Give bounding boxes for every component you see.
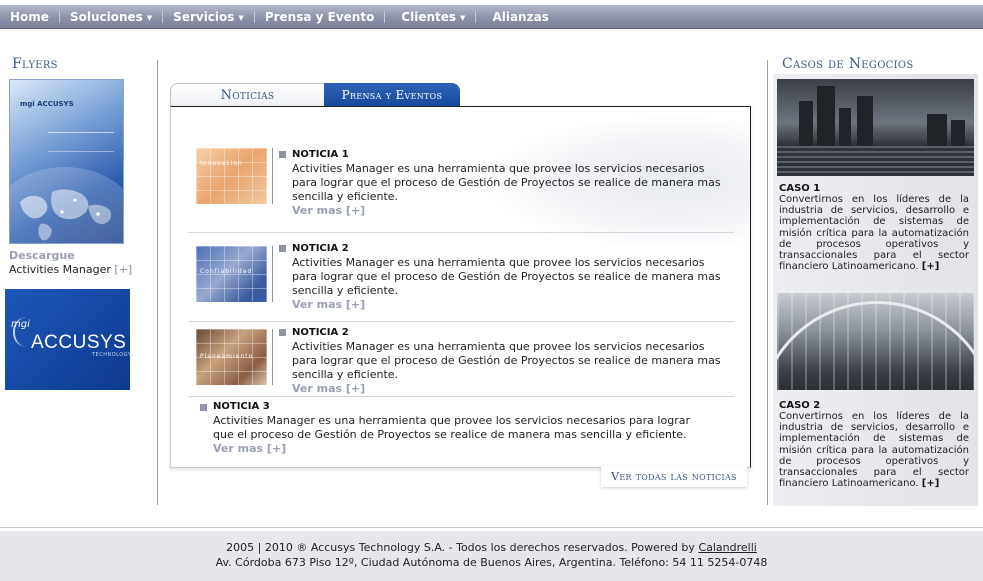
flyer-logo: mgi ACCUSYS — [20, 100, 74, 108]
footer-copyright: 2005 | 2010 ® Accusys Technology S.A. - … — [226, 541, 695, 554]
news-title: NOTICIA 2 — [292, 327, 349, 338]
ver-todas-noticias-link[interactable]: Ver todas las noticias — [601, 466, 747, 487]
water-shape — [777, 146, 974, 176]
thumb-label: Innovacion — [200, 160, 243, 167]
case-2-more-link[interactable]: [+] — [922, 478, 940, 489]
building-shape — [799, 101, 813, 146]
flyer-thumbnail[interactable]: mgi ACCUSYS — [9, 79, 124, 244]
news-separator — [188, 396, 734, 397]
world-map-icon — [10, 167, 123, 243]
news-title: NOTICIA 1 — [292, 149, 349, 160]
bullet-icon — [279, 329, 286, 336]
building-shape — [857, 96, 873, 146]
news-divider — [272, 148, 273, 204]
flyers-title: Flyers — [12, 56, 58, 72]
thumb-label: Confiabilidad — [200, 268, 253, 275]
case-2-text: Convertirnos en los líderes de la indust… — [779, 411, 969, 489]
logo-tagline: TECHNOLOGY — [92, 352, 132, 358]
news-thumbnail[interactable]: Confiabilidad — [196, 246, 267, 302]
bullet-icon — [279, 151, 286, 158]
logo-mgi: mgi — [11, 319, 30, 330]
bullet-icon — [279, 245, 286, 252]
building-shape — [839, 108, 851, 146]
ver-mas-link[interactable]: Ver mas [+] — [292, 382, 365, 395]
case-1-text: Convertirnos en los líderes de la indust… — [779, 194, 969, 272]
download-link[interactable]: Descargue — [9, 249, 75, 262]
accusys-logo-banner[interactable]: mgi ACCUSYS TECHNOLOGY — [5, 289, 132, 390]
case-1-title: CASO 1 — [779, 183, 821, 194]
right-divider — [767, 60, 768, 505]
nav-home[interactable]: Home — [0, 5, 59, 28]
nav-soluciones[interactable]: Soluciones ▼ — [60, 5, 162, 28]
chevron-down-icon: ▼ — [238, 13, 244, 22]
news-text: Activities Manager es una herramienta qu… — [213, 414, 690, 441]
thumb-grid — [196, 148, 267, 204]
tab-noticias[interactable]: Noticias — [170, 83, 325, 107]
nav-servicios[interactable]: Servicios ▼ — [163, 5, 254, 28]
case-1-image[interactable] — [777, 79, 974, 176]
left-divider — [157, 60, 158, 505]
ver-mas-link[interactable]: Ver mas [+] — [213, 442, 286, 455]
footer-line-1: 2005 | 2010 ® Accusys Technology S.A. - … — [0, 540, 983, 555]
news-divider — [272, 246, 273, 302]
footer-address: Av. Córdoba 673 Piso 12º, Ciudad Autónom… — [215, 556, 768, 569]
flyer-text-block — [48, 132, 114, 152]
logo-name: ACCUSYS — [31, 332, 127, 353]
case-2-title: CASO 2 — [779, 400, 821, 411]
footer: 2005 | 2010 ® Accusys Technology S.A. - … — [0, 531, 983, 581]
nav-soluciones-label: Soluciones — [69, 9, 143, 24]
nav-clientes-label: Clientes — [401, 9, 457, 24]
tab-prensa-eventos[interactable]: Prensa y Eventos — [324, 83, 460, 106]
thumb-label: Planeamiento — [200, 353, 254, 360]
nav-alianzas[interactable]: Alianzas — [476, 5, 558, 28]
news-panel: Innovacion NOTICIA 1 Activities Manager … — [170, 106, 751, 468]
nav-servicios-label: Servicios — [173, 9, 235, 24]
nav-prensa-evento-label: Prensa y Evento — [264, 9, 375, 24]
news-text: Activities Manager es una herramienta qu… — [292, 256, 721, 297]
ver-mas-link[interactable]: Ver mas [+] — [292, 298, 365, 311]
building-shape — [951, 120, 965, 146]
ver-mas-link[interactable]: Ver mas [+] — [292, 204, 365, 217]
case-1-body: Convertirnos en los líderes de la indust… — [779, 194, 969, 273]
footer-credit-link[interactable]: Calandrelli — [698, 541, 756, 554]
casos-negocios-title: Casos de Negocios — [782, 56, 914, 72]
download-activities-manager[interactable]: Activities Manager [+] — [9, 263, 132, 276]
chevron-down-icon: ▼ — [146, 13, 153, 22]
chevron-down-icon: ▼ — [460, 13, 466, 22]
download-sub-label: Activities Manager — [9, 263, 111, 276]
nav-prensa-evento[interactable]: Prensa y Evento — [255, 5, 385, 28]
nav-clientes[interactable]: Clientes ▼ — [385, 5, 475, 28]
news-title: NOTICIA 3 — [213, 401, 270, 412]
case-1-more-link[interactable]: [+] — [922, 261, 940, 272]
news-separator — [188, 321, 734, 322]
news-text: Activities Manager es una herramienta qu… — [292, 340, 721, 381]
building-shape — [927, 114, 947, 146]
news-divider — [272, 329, 273, 385]
news-title: NOTICIA 2 — [292, 243, 349, 254]
bullet-icon — [200, 404, 207, 411]
nav-home-label: Home — [10, 9, 49, 24]
case-2-image[interactable] — [777, 293, 974, 390]
news-text: Activities Manager es una herramienta qu… — [292, 162, 721, 203]
top-nav: Home Soluciones ▼ Servicios ▼ Prensa y Eve… — [0, 5, 983, 29]
nav-alianzas-label: Alianzas — [492, 9, 549, 24]
building-shape — [817, 86, 835, 146]
footer-divider — [0, 527, 983, 528]
news-thumbnail[interactable]: Innovacion — [196, 148, 267, 204]
case-2-body: Convertirnos en los líderes de la indust… — [779, 411, 969, 490]
download-plus[interactable]: [+] — [114, 263, 132, 276]
news-separator — [188, 232, 734, 233]
news-thumbnail[interactable]: Planeamiento — [196, 329, 267, 385]
